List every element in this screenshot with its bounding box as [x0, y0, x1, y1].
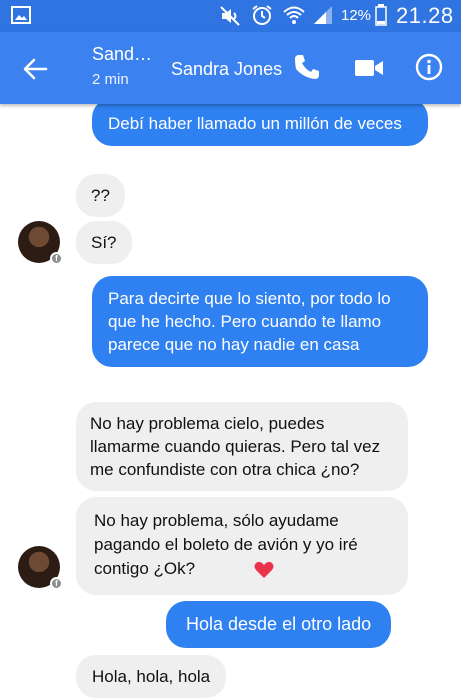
- battery-percentage: 12%: [341, 7, 372, 24]
- message-text: No hay problema, sólo ayudame pagando el…: [94, 511, 358, 578]
- message-thread[interactable]: Debí haber llamado un millón de veces ??…: [0, 104, 461, 700]
- mute-icon: [220, 6, 240, 26]
- message-incoming[interactable]: No hay problema cielo, puedes llamarme c…: [76, 402, 408, 491]
- message-text: Para decirte que lo siento, por todo lo …: [108, 289, 391, 354]
- message-outgoing[interactable]: Para decirte que lo siento, por todo lo …: [92, 276, 428, 367]
- clock: 21.28: [396, 3, 454, 28]
- message-text: No hay problema cielo, puedes llamarme c…: [90, 414, 381, 479]
- alarm-icon: [252, 5, 272, 25]
- message-incoming[interactable]: ??: [76, 174, 125, 217]
- message-text: Debí haber llamado un millón de veces: [108, 114, 402, 133]
- signal-icon: [314, 6, 332, 24]
- phone-icon[interactable]: [292, 52, 322, 82]
- message-outgoing[interactable]: Debí haber llamado un millón de veces: [92, 104, 428, 146]
- message-text: Hola desde el otro lado: [186, 614, 372, 634]
- avatar[interactable]: f: [18, 221, 63, 265]
- video-camera-icon[interactable]: [353, 54, 385, 82]
- message-text: Hola, hola, hola: [92, 667, 211, 686]
- message-text: Sí?: [91, 233, 117, 252]
- gallery-icon: [11, 6, 31, 24]
- messenger-badge-icon: f: [50, 252, 63, 265]
- back-arrow-icon[interactable]: [20, 54, 50, 84]
- message-incoming[interactable]: Sí?: [76, 221, 132, 264]
- battery-icon: [375, 4, 387, 26]
- contact-short-name[interactable]: Sand…: [92, 44, 152, 65]
- conversation-header: Sand… 2 min Sandra Jones: [0, 32, 461, 104]
- avatar[interactable]: f: [18, 546, 63, 590]
- heart-icon: [254, 561, 274, 578]
- contact-active-status: 2 min: [92, 71, 129, 88]
- status-bar: 12% 21.28: [0, 0, 461, 32]
- message-incoming[interactable]: No hay problema, sólo ayudame pagando el…: [76, 497, 408, 595]
- wifi-icon: [283, 6, 305, 24]
- messenger-badge-icon: f: [50, 577, 63, 590]
- message-outgoing[interactable]: Hola desde el otro lado: [166, 601, 392, 648]
- contact-name[interactable]: Sandra Jones: [171, 59, 282, 80]
- message-text: ??: [91, 186, 110, 205]
- info-icon[interactable]: [414, 52, 444, 82]
- message-incoming[interactable]: Hola, hola, hola: [76, 655, 227, 698]
